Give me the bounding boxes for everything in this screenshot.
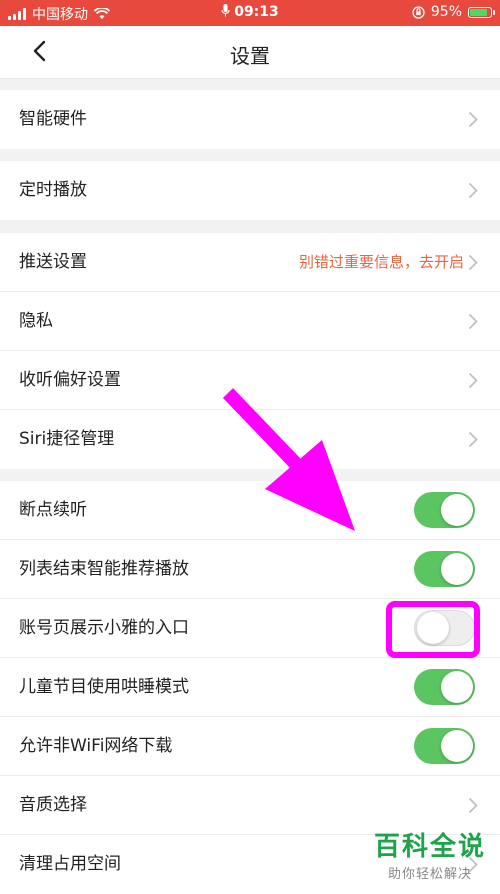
watermark: 百科全说 助你轻松解决 [374,826,486,882]
annotation-arrow-icon [222,388,355,531]
annotation-highlight-box [386,601,480,658]
watermark-title: 百科全说 [373,832,486,862]
watermark-subtitle: 助你轻松解决 [387,867,472,882]
